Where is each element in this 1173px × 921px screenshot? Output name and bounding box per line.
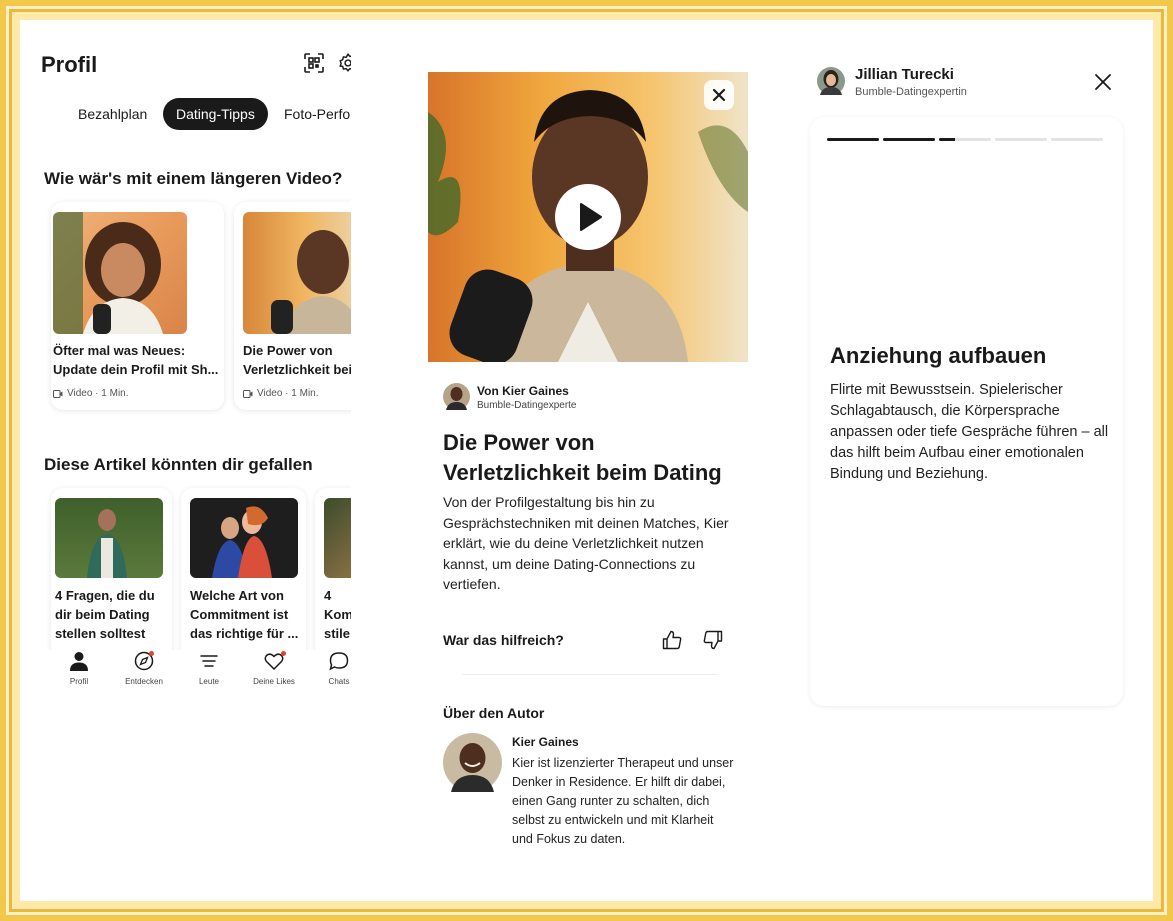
- article-card-title: 4 Kommu stile für: [324, 588, 351, 641]
- qr-code-icon[interactable]: [303, 52, 325, 74]
- close-icon[interactable]: [1092, 71, 1114, 93]
- video-card-title: Die Power von Verletzlichkeit beim D: [243, 343, 351, 377]
- expert-avatar: [817, 67, 845, 95]
- profile-screen: Profil Bezahlplan Dating-Tipps Foto-Perf…: [31, 38, 351, 688]
- video-card-meta: Video · 1 Min.: [243, 388, 319, 399]
- article-thumbnail: [55, 498, 163, 578]
- tab-foto-performance[interactable]: Foto-Performa: [271, 98, 351, 130]
- video-card-title: Öfter mal was Neues: Update dein Profil …: [53, 343, 219, 377]
- tab-bezahlplan[interactable]: Bezahlplan: [65, 98, 160, 130]
- video-card-duration: Video · 1 Min.: [257, 388, 319, 399]
- page-title: Profil: [41, 52, 98, 77]
- video-card[interactable]: Die Power von Verletzlichkeit beim D Vid…: [234, 202, 351, 410]
- helpful-question: War das hilfreich?: [443, 632, 564, 648]
- tab-bar: Bezahlplan Dating-Tipps Foto-Performa: [31, 98, 351, 132]
- video-card-meta: Video · 1 Min.: [53, 388, 129, 399]
- author-avatar: [443, 733, 502, 792]
- bottom-nav: Profil Entdecken Leute Deine Likes Chats: [31, 650, 351, 688]
- play-button[interactable]: [555, 184, 621, 250]
- avatar: [443, 383, 470, 410]
- about-author-title: Über den Autor: [443, 705, 545, 721]
- thumbs-up-icon[interactable]: [661, 629, 683, 651]
- video-thumbnail: [53, 212, 187, 334]
- chat-bubble-icon: [329, 652, 349, 671]
- article-body: Von der Profilgestaltung bis hin zu Gesp…: [443, 494, 729, 592]
- story-progress-fill: [827, 138, 879, 141]
- close-icon: [712, 88, 726, 102]
- expert-name: Jillian Turecki: [855, 66, 954, 83]
- notification-dot: [149, 651, 154, 656]
- filter-lines-icon: [200, 655, 218, 667]
- person-icon: [70, 652, 88, 671]
- article-card-title: Welche Art von Commitment ist das richti…: [190, 588, 299, 641]
- story-body: Flirte mit Bewusstsein. Spielerischer Sc…: [830, 382, 1109, 482]
- article-card[interactable]: 4 Fragen, die du dir beim Dating stellen…: [51, 488, 172, 668]
- about-author-name: Kier Gaines: [512, 735, 579, 749]
- story-progress-segment: [1051, 138, 1103, 141]
- video-player[interactable]: [428, 72, 748, 362]
- story-progress-fill: [939, 138, 955, 141]
- thumbs-down-icon[interactable]: [702, 629, 724, 651]
- story-progress-segment: [939, 138, 991, 141]
- notification-dot: [281, 651, 286, 656]
- article-card-title: 4 Fragen, die du dir beim Dating stellen…: [55, 588, 155, 641]
- author-name: Von Kier Gaines: [477, 384, 569, 398]
- story-progress-segment: [995, 138, 1047, 141]
- article-card[interactable]: Welche Art von Commitment ist das richti…: [181, 488, 306, 668]
- article-title: Die Power von Verletzlichkeit beim Datin…: [443, 430, 722, 485]
- nav-entdecken[interactable]: Entdecken: [114, 650, 174, 686]
- video-icon: [243, 389, 253, 398]
- play-icon: [580, 203, 602, 231]
- nav-deine-likes[interactable]: Deine Likes: [244, 650, 304, 686]
- close-video-button[interactable]: [704, 80, 734, 110]
- author-role: Bumble-Datingexperte: [477, 400, 577, 411]
- article-card[interactable]: 4 Kommu stile für: [315, 488, 351, 668]
- gear-icon[interactable]: [337, 52, 351, 74]
- story-card[interactable]: Anziehung aufbauen Flirte mit Bewusstsei…: [810, 117, 1123, 706]
- video-thumbnail: [243, 212, 351, 334]
- video-card[interactable]: Öfter mal was Neues: Update dein Profil …: [51, 202, 224, 410]
- story-progress-segment: [827, 138, 879, 141]
- expert-role: Bumble-Datingexpertin: [855, 86, 967, 98]
- article-thumbnail: [190, 498, 298, 578]
- tab-dating-tipps[interactable]: Dating-Tipps: [163, 98, 268, 130]
- divider: [462, 674, 717, 675]
- article-thumbnail: [324, 498, 351, 578]
- story-progress-segment: [883, 138, 935, 141]
- nav-leute[interactable]: Leute: [179, 650, 239, 686]
- story-title: Anziehung aufbauen: [830, 343, 1047, 368]
- nav-profil[interactable]: Profil: [49, 650, 109, 686]
- video-card-duration: Video · 1 Min.: [67, 388, 129, 399]
- articles-section-title: Diese Artikel könnten dir gefallen: [44, 455, 313, 474]
- nav-chats[interactable]: Chats: [309, 650, 351, 686]
- about-author-body: Kier ist lizenzierter Therapeut und unse…: [512, 756, 734, 846]
- video-icon: [53, 389, 63, 398]
- videos-section-title: Wie wär's mit einem längeren Video?: [44, 169, 343, 188]
- story-progress-fill: [883, 138, 935, 141]
